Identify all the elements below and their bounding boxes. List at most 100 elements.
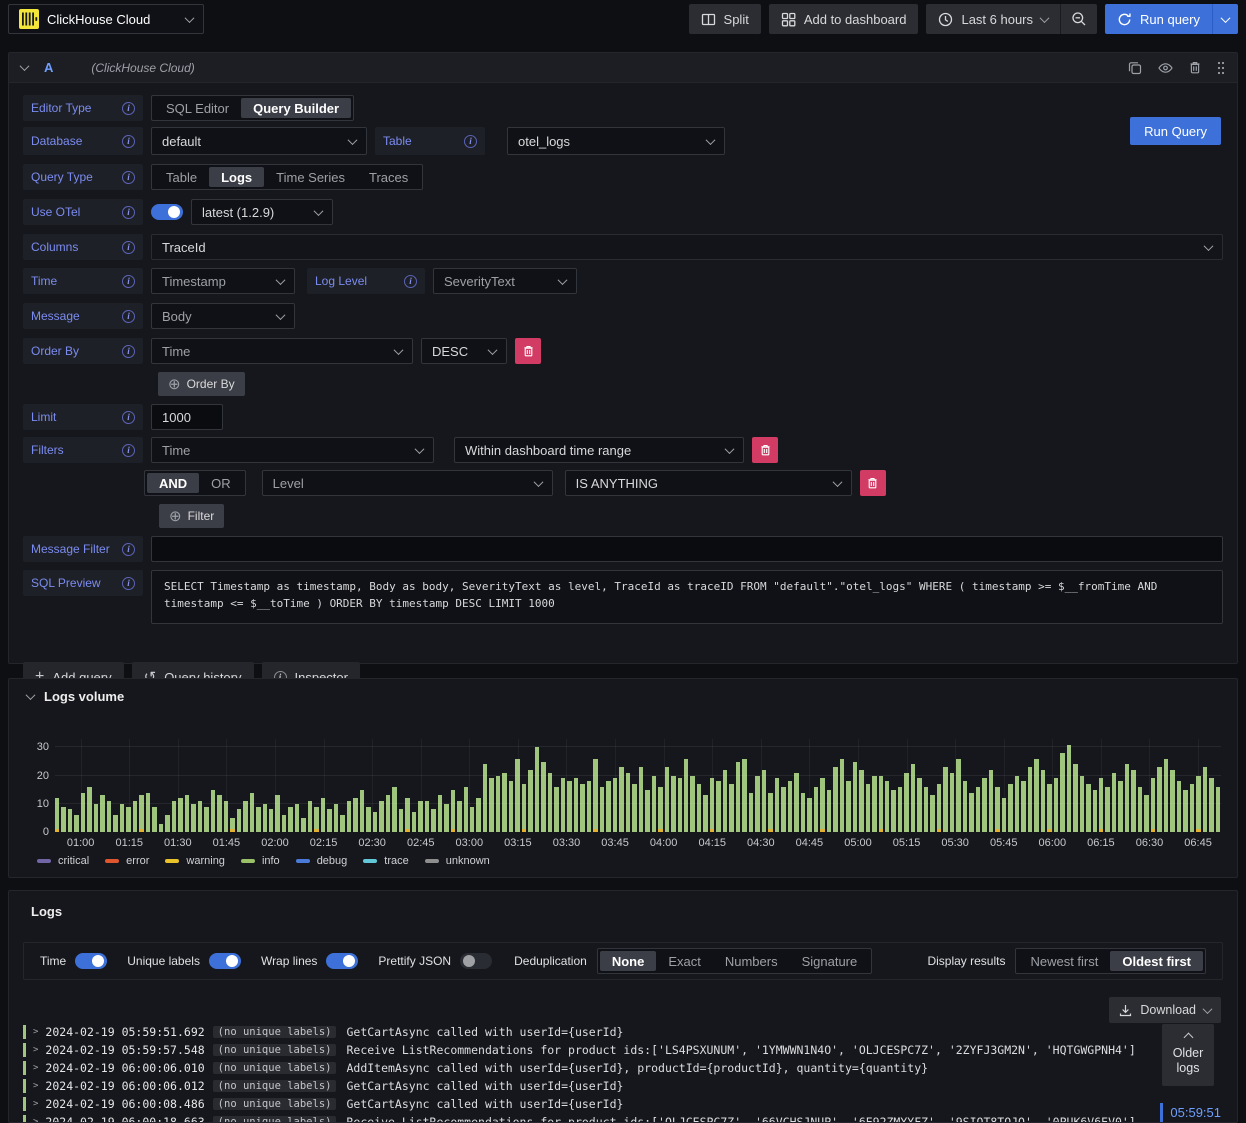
download-button[interactable]: Download bbox=[1109, 997, 1221, 1023]
log-volume-bar bbox=[1209, 778, 1214, 832]
info-icon[interactable]: i bbox=[122, 170, 135, 184]
query-header[interactable]: A (ClickHouse Cloud) bbox=[9, 53, 1237, 83]
dedup-exact[interactable]: Exact bbox=[656, 951, 713, 971]
zoom-out-button[interactable] bbox=[1061, 4, 1098, 34]
split-button[interactable]: Split bbox=[688, 4, 761, 34]
database-label: Database i bbox=[23, 127, 143, 155]
time-range-picker[interactable]: Last 6 hours bbox=[926, 4, 1062, 34]
order-by-direction-select[interactable]: DESC bbox=[421, 338, 507, 364]
log-labels-badge: (no unique labels) bbox=[212, 1026, 337, 1038]
info-icon[interactable]: i bbox=[122, 274, 135, 288]
log-row[interactable]: >2024-02-19 05:59:57.548 (no unique label… bbox=[23, 1041, 1197, 1059]
limit-input[interactable] bbox=[151, 404, 223, 430]
filter-field-select[interactable]: Time bbox=[151, 437, 434, 463]
order-by-field-select[interactable]: Time bbox=[151, 338, 413, 364]
expand-caret-icon[interactable]: > bbox=[33, 1117, 38, 1122]
log-volume-bar bbox=[1131, 770, 1136, 832]
display-newest-first[interactable]: Newest first bbox=[1018, 951, 1110, 971]
query-type-time-series[interactable]: Time Series bbox=[264, 167, 357, 187]
collapse-chevron-icon[interactable] bbox=[25, 690, 36, 701]
expand-caret-icon[interactable]: > bbox=[33, 1027, 38, 1037]
datasource-picker[interactable]: ClickHouse Cloud bbox=[8, 4, 204, 34]
wrap-lines-toggle[interactable] bbox=[326, 953, 359, 969]
query-type-logs[interactable]: Logs bbox=[209, 167, 265, 187]
expand-caret-icon[interactable]: > bbox=[33, 1099, 38, 1109]
legend-item-info[interactable]: info bbox=[240, 855, 280, 867]
legend-item-trace[interactable]: trace bbox=[363, 855, 409, 867]
log-row[interactable]: >2024-02-19 05:59:51.692 (no unique label… bbox=[23, 1023, 1197, 1041]
legend-item-warning[interactable]: warning bbox=[165, 855, 225, 867]
info-icon[interactable]: i bbox=[464, 134, 477, 148]
log-volume-bar bbox=[184, 795, 190, 832]
log-row[interactable]: >2024-02-19 06:00:18.663 (no unique label… bbox=[23, 1113, 1197, 1122]
unique-labels-toggle[interactable] bbox=[208, 953, 241, 969]
display-oldest-first[interactable]: Oldest first bbox=[1110, 951, 1203, 971]
message-column-select[interactable]: Body bbox=[151, 303, 295, 329]
collapse-chevron-icon[interactable] bbox=[19, 61, 30, 72]
dedup-none[interactable]: None bbox=[599, 951, 657, 971]
info-icon[interactable]: i bbox=[122, 443, 135, 457]
condition-field-select[interactable]: Level bbox=[261, 470, 553, 496]
info-icon[interactable]: i bbox=[122, 101, 135, 115]
filter-operator-select[interactable]: Within dashboard time range bbox=[454, 437, 744, 463]
log-row[interactable]: >2024-02-19 06:00:08.486 (no unique label… bbox=[23, 1095, 1197, 1113]
info-icon[interactable]: i bbox=[122, 576, 135, 590]
add-order-by-button[interactable]: ⊕ Order By bbox=[158, 372, 245, 396]
log-volume-bar bbox=[813, 786, 819, 832]
run-query-dropdown-button[interactable] bbox=[1213, 4, 1238, 34]
log-level-select[interactable]: SeverityText bbox=[433, 268, 577, 294]
expand-caret-icon[interactable]: > bbox=[33, 1045, 38, 1055]
remove-filter-button[interactable] bbox=[752, 437, 778, 463]
log-volume-bar bbox=[275, 795, 280, 832]
editor-run-query-button[interactable]: Run Query bbox=[1130, 117, 1221, 145]
time-column-select[interactable]: Timestamp bbox=[151, 268, 295, 294]
expand-caret-icon[interactable]: > bbox=[33, 1081, 38, 1091]
message-filter-input[interactable] bbox=[151, 536, 1223, 562]
query-type-traces[interactable]: Traces bbox=[357, 167, 420, 187]
log-row[interactable]: >2024-02-19 06:00:06.012 (no unique label… bbox=[23, 1077, 1197, 1095]
legend-item-error[interactable]: error bbox=[105, 855, 149, 867]
time-indicator-text: 05:59:51 bbox=[1170, 1105, 1221, 1120]
info-icon[interactable]: i bbox=[122, 410, 135, 424]
legend-item-debug[interactable]: debug bbox=[295, 855, 347, 867]
columns-multiselect[interactable]: TraceId bbox=[151, 234, 1223, 260]
remove-order-by-button[interactable] bbox=[515, 338, 541, 364]
condition-operator-select[interactable]: IS ANYTHING bbox=[564, 470, 852, 496]
run-query-button[interactable]: Run query bbox=[1105, 4, 1213, 34]
filter-bool-and[interactable]: AND bbox=[147, 473, 200, 493]
dedup-numbers[interactable]: Numbers bbox=[713, 951, 790, 971]
older-logs-button[interactable]: Older logs bbox=[1162, 1024, 1214, 1086]
time-toggle[interactable] bbox=[75, 953, 108, 969]
hide-query-icon[interactable] bbox=[1158, 62, 1173, 74]
drag-handle-icon[interactable] bbox=[1217, 61, 1225, 75]
add-to-dashboard-button[interactable]: Add to dashboard bbox=[768, 4, 919, 34]
database-select[interactable]: default bbox=[151, 127, 367, 155]
use-otel-toggle[interactable] bbox=[151, 204, 183, 220]
remove-condition-button[interactable] bbox=[859, 470, 886, 496]
otel-version-select[interactable]: latest (1.2.9) bbox=[191, 199, 333, 225]
legend-item-critical[interactable]: critical bbox=[37, 855, 89, 867]
info-icon[interactable]: i bbox=[122, 205, 135, 219]
info-icon[interactable]: i bbox=[404, 274, 417, 288]
legend-item-unknown[interactable]: unknown bbox=[424, 855, 490, 867]
log-volume-bar bbox=[729, 784, 734, 832]
expand-caret-icon[interactable]: > bbox=[33, 1063, 38, 1073]
dedup-signature[interactable]: Signature bbox=[790, 951, 870, 971]
log-row[interactable]: >2024-02-19 06:00:06.010 (no unique label… bbox=[23, 1059, 1197, 1077]
info-icon[interactable]: i bbox=[122, 542, 135, 556]
plus-circle-icon: ⊕ bbox=[169, 508, 182, 525]
table-select[interactable]: otel_logs bbox=[507, 127, 725, 155]
filter-bool-or[interactable]: OR bbox=[199, 473, 243, 493]
editor-type-query-builder[interactable]: Query Builder bbox=[241, 98, 352, 118]
info-icon[interactable]: i bbox=[122, 344, 135, 358]
prettify-json-toggle[interactable] bbox=[460, 953, 493, 969]
query-type-table[interactable]: Table bbox=[154, 167, 209, 187]
info-icon[interactable]: i bbox=[122, 134, 135, 148]
duplicate-query-icon[interactable] bbox=[1128, 61, 1142, 75]
log-volume-bar bbox=[327, 809, 332, 832]
info-icon[interactable]: i bbox=[122, 309, 135, 323]
editor-type-sql-editor[interactable]: SQL Editor bbox=[154, 98, 241, 118]
remove-query-icon[interactable] bbox=[1189, 61, 1201, 74]
info-icon[interactable]: i bbox=[122, 240, 135, 254]
add-filter-button[interactable]: ⊕ Filter bbox=[159, 504, 225, 528]
